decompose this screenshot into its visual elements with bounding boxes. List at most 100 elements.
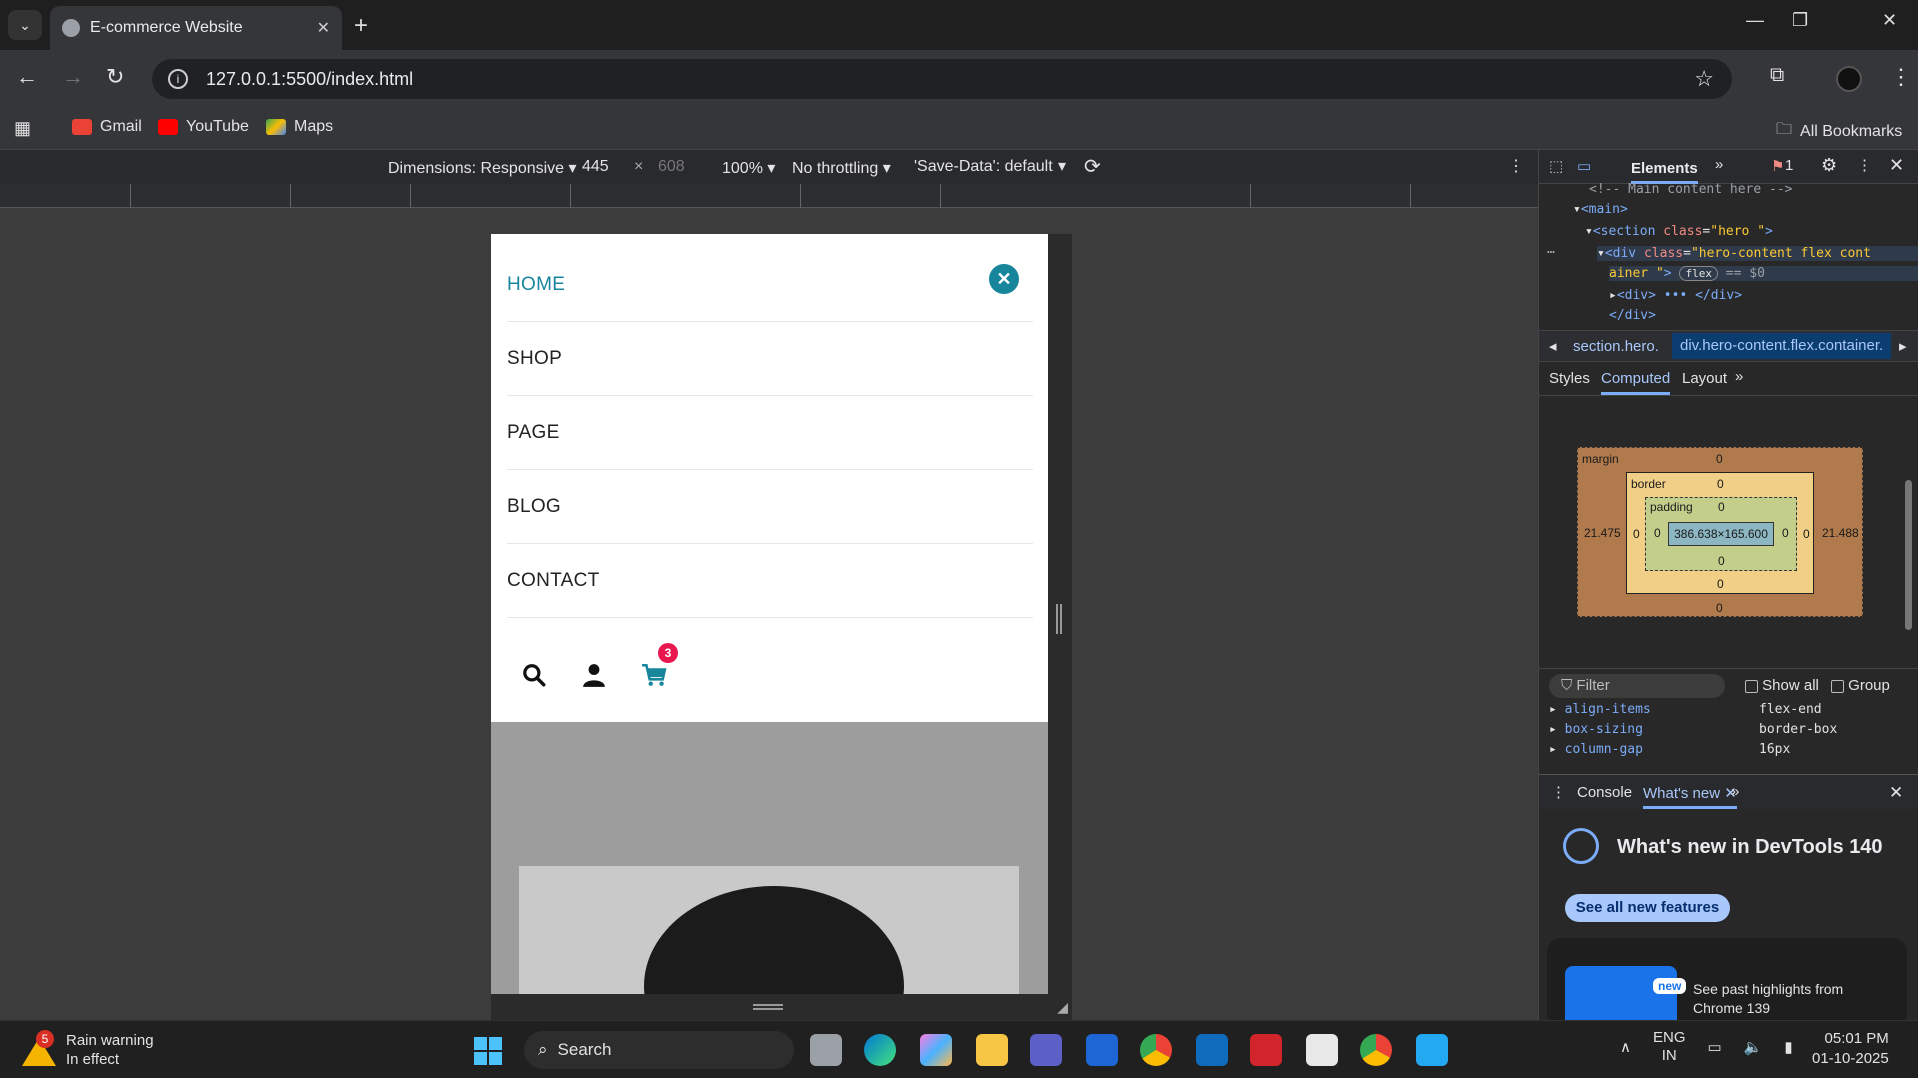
dom-child-div[interactable]: ▸<div> ••• </div> [1609, 288, 1742, 303]
highlights-card[interactable]: new See past highlights from Chrome 139 [1547, 938, 1907, 1028]
crumb-div[interactable]: div.hero-content.flex.container. [1672, 333, 1892, 359]
battery-icon[interactable]: ▮ [1784, 1038, 1792, 1056]
cart-icon[interactable] [641, 662, 667, 688]
tab-layout[interactable]: Layout [1682, 370, 1727, 387]
app-icon[interactable] [1086, 1034, 1118, 1066]
see-all-features-button[interactable]: See all new features [1565, 894, 1730, 922]
more-tabs-icon[interactable]: » [1731, 783, 1739, 800]
resize-handle-right[interactable] [1048, 234, 1072, 994]
computed-property-row[interactable]: ▸ align-items flex-end [1549, 702, 1822, 717]
star-icon[interactable]: ☆ [1694, 66, 1714, 92]
language-indicator[interactable]: ENG IN [1653, 1029, 1686, 1065]
device-toggle-icon[interactable]: ▭ [1577, 157, 1591, 175]
media-query-ruler[interactable] [0, 184, 1538, 208]
close-icon[interactable]: ✕ [989, 264, 1019, 294]
site-info-icon[interactable]: i [168, 69, 188, 89]
weather-widget[interactable]: 5 Rain warning In effect [22, 1030, 154, 1069]
chrome-taskbar-icon[interactable] [1140, 1034, 1172, 1066]
issues-icon[interactable]: ⚑ [1771, 157, 1784, 175]
more-tabs-icon[interactable]: » [1715, 156, 1723, 173]
dom-main[interactable]: ▾<main> [1573, 202, 1628, 217]
scrollbar[interactable] [1905, 480, 1912, 630]
close-tab-icon[interactable]: ✕ [317, 18, 330, 38]
tab-elements[interactable]: Elements [1631, 156, 1698, 184]
wps-icon[interactable] [1250, 1034, 1282, 1066]
gear-icon[interactable]: ⚙ [1821, 155, 1837, 176]
bookmark-youtube[interactable]: YouTube [158, 118, 249, 136]
rotate-icon[interactable]: ⟳ [1084, 154, 1101, 179]
volume-icon[interactable]: 🔈 [1744, 1038, 1763, 1056]
height-input[interactable]: 608 [658, 158, 685, 176]
crumb-scroll-left-icon[interactable]: ◂ [1549, 337, 1557, 355]
computed-property-row[interactable]: ▸ box-sizing border-box [1549, 722, 1837, 737]
inspect-icon[interactable]: ⬚ [1549, 157, 1563, 175]
extensions-icon[interactable]: ⧉ [1770, 64, 1784, 87]
task-view-icon[interactable] [810, 1034, 842, 1066]
tab-console[interactable]: Console [1577, 784, 1632, 801]
dom-section[interactable]: ▾<section class="hero "> [1585, 224, 1773, 239]
new-tab-button[interactable]: + [354, 12, 368, 40]
show-all-checkbox[interactable]: Show all [1745, 677, 1819, 694]
computed-property-row[interactable]: ▸ column-gap 16px [1549, 742, 1790, 757]
restore-icon[interactable]: ❐ [1792, 10, 1808, 31]
nav-page[interactable]: PAGE [507, 396, 1033, 470]
dom-selected-div[interactable]: ▾<div class="hero-content flex cont [1597, 246, 1918, 261]
windows-start-icon[interactable] [474, 1037, 502, 1065]
dom-ellipsis[interactable]: … [1547, 242, 1555, 257]
reload-icon[interactable]: ↻ [106, 64, 124, 90]
drawer-menu-icon[interactable]: ⋮ [1551, 783, 1566, 801]
nav-contact[interactable]: CONTACT [507, 544, 1033, 618]
more-menu-icon[interactable]: ⋮ [1890, 64, 1912, 90]
more-tabs-icon[interactable]: » [1735, 368, 1743, 385]
chevron-down-icon[interactable]: ▾ [1058, 156, 1066, 176]
file-explorer-icon[interactable] [976, 1034, 1008, 1066]
chevron-up-icon[interactable]: ∧ [1620, 1038, 1631, 1056]
search-icon[interactable] [521, 662, 547, 688]
bookmark-maps[interactable]: Maps [266, 118, 333, 136]
corner-resize-icon[interactable]: ◢ [1057, 999, 1068, 1016]
zoom-select[interactable]: 100% ▾ [722, 158, 775, 178]
all-bookmarks[interactable]: 🗀 All Bookmarks [1776, 118, 1902, 145]
close-drawer-icon[interactable]: ✕ [1889, 783, 1903, 803]
box-model-content[interactable]: 386.638×165.600 [1668, 522, 1774, 546]
store-icon[interactable] [1196, 1034, 1228, 1066]
clock[interactable]: 05:01 PM 01-10-2025 [1812, 1029, 1889, 1069]
chrome-profile-icon[interactable] [1360, 1034, 1392, 1066]
snipping-tool-icon[interactable] [1306, 1034, 1338, 1066]
resize-handle-bottom[interactable]: ◢ [491, 994, 1072, 1020]
nav-shop[interactable]: SHOP [507, 322, 1033, 396]
devtools-menu-icon[interactable]: ⋮ [1857, 156, 1872, 174]
display-icon[interactable]: ▭ [1708, 1038, 1722, 1056]
back-icon[interactable]: ← [16, 64, 38, 90]
save-data-select[interactable]: 'Save-Data': default [914, 158, 1053, 176]
user-icon[interactable] [581, 662, 607, 688]
browser-tab[interactable]: E-commerce Website ✕ [50, 6, 342, 50]
more-options-icon[interactable]: ⋮ [1508, 156, 1524, 176]
edge-icon[interactable] [864, 1034, 896, 1066]
crumb-section[interactable]: section.hero. [1573, 338, 1659, 355]
bookmark-gmail[interactable]: Gmail [72, 118, 142, 136]
teams-icon[interactable] [1030, 1034, 1062, 1066]
tab-styles[interactable]: Styles [1549, 370, 1590, 387]
dimensions-select[interactable]: Dimensions: Responsive ▾ [388, 158, 577, 178]
copilot-icon[interactable] [920, 1034, 952, 1066]
forward-icon[interactable]: → [62, 64, 84, 90]
crumb-scroll-right-icon[interactable]: ▸ [1899, 337, 1907, 355]
vscode-icon[interactable] [1416, 1034, 1448, 1066]
apps-grid-icon[interactable]: ▦ [14, 118, 31, 139]
close-window-icon[interactable]: ✕ [1882, 10, 1897, 31]
tab-search-button[interactable]: ⌄ [8, 10, 42, 40]
address-bar[interactable]: i 127.0.0.1:5500/index.html ☆ [152, 59, 1732, 99]
throttling-select[interactable]: No throttling ▾ [792, 158, 891, 178]
group-checkbox[interactable]: Group [1831, 677, 1890, 694]
width-input[interactable]: 445 [582, 158, 609, 176]
nav-home[interactable]: HOME [507, 248, 1033, 322]
profile-avatar[interactable] [1836, 66, 1862, 92]
taskbar-search[interactable]: ⌕ Search [524, 1031, 794, 1069]
flex-badge[interactable]: flex [1679, 266, 1718, 281]
tab-whats-new[interactable]: What's new ✕ [1643, 784, 1737, 809]
minimize-icon[interactable]: — [1746, 10, 1764, 31]
nav-blog[interactable]: BLOG [507, 470, 1033, 544]
close-devtools-icon[interactable]: ✕ [1889, 155, 1904, 176]
tab-computed[interactable]: Computed [1601, 370, 1671, 395]
